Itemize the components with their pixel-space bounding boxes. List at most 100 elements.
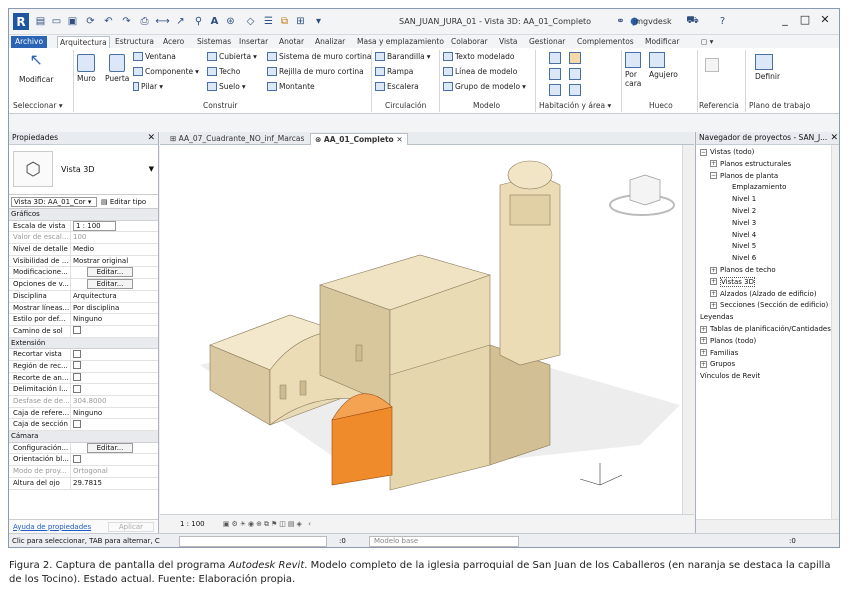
instance-selector[interactable]: Vista 3D: AA_01_Cor ▾ bbox=[11, 196, 97, 207]
property-value[interactable] bbox=[71, 326, 158, 337]
tree-item[interactable]: + Tablas de planificación/Cantidades bbox=[700, 324, 831, 334]
browser-hscrollbar[interactable] bbox=[696, 519, 839, 533]
measure-icon[interactable]: ⟷ bbox=[155, 14, 170, 29]
checkbox[interactable] bbox=[73, 384, 81, 393]
edit-button[interactable]: Editar... bbox=[87, 267, 133, 278]
tree-item[interactable]: + Planos estructurales bbox=[710, 159, 791, 169]
floor-button[interactable]: Suelo ▾ bbox=[207, 82, 246, 91]
print-icon[interactable]: ⎙ bbox=[137, 14, 152, 29]
model-text-button[interactable]: Texto modelado bbox=[443, 52, 514, 61]
property-value[interactable]: Medio bbox=[71, 244, 158, 255]
curtain-grid-button[interactable]: Rejilla de muro cortina bbox=[267, 67, 364, 76]
close-hidden-icon[interactable]: ⧉ bbox=[277, 14, 292, 29]
tab-gestionar[interactable]: Gestionar bbox=[527, 36, 567, 48]
expand-icon[interactable]: + bbox=[710, 290, 717, 298]
door-button[interactable]: Puerta bbox=[105, 54, 129, 83]
property-value[interactable]: Editar... bbox=[71, 279, 158, 290]
tree-item[interactable]: + Planos de techo bbox=[710, 265, 776, 275]
maximize-icon[interactable]: □ bbox=[797, 13, 813, 29]
property-value[interactable] bbox=[71, 361, 158, 372]
property-value[interactable]: Por disciplina bbox=[71, 303, 158, 314]
tab-arquitectura[interactable]: Arquitectura bbox=[57, 36, 110, 48]
panel-hueco[interactable]: Hueco bbox=[649, 101, 673, 110]
expand-icon[interactable]: − bbox=[700, 148, 707, 156]
property-value[interactable]: Arquitectura bbox=[71, 291, 158, 302]
expand-icon[interactable]: + bbox=[710, 266, 717, 274]
tree-item[interactable]: + Grupos bbox=[700, 359, 735, 369]
section-icon[interactable]: ◇ bbox=[243, 14, 258, 29]
tree-item[interactable]: + Vistas 3D bbox=[710, 276, 755, 287]
expand-icon[interactable]: + bbox=[700, 349, 707, 357]
edit-button[interactable]: Editar... bbox=[87, 442, 133, 453]
section-graficos[interactable]: Gráficos bbox=[9, 209, 158, 221]
properties-help-link[interactable]: Ayuda de propiedades bbox=[13, 523, 91, 531]
property-value[interactable] bbox=[71, 373, 158, 384]
expand-icon[interactable]: + bbox=[710, 160, 717, 168]
thin-lines-icon[interactable]: ☰ bbox=[261, 14, 276, 29]
3d-model-canvas[interactable] bbox=[160, 145, 682, 514]
tab-anotar[interactable]: Anotar bbox=[277, 36, 306, 48]
design-option-dropdown[interactable]: Modelo base bbox=[369, 536, 519, 547]
tree-item[interactable]: Nivel 1 bbox=[732, 194, 756, 204]
modify-button[interactable]: ↖ Modificar bbox=[19, 50, 53, 84]
expand-icon[interactable]: + bbox=[710, 278, 717, 286]
panel-plano-trabajo[interactable]: Plano de trabajo bbox=[749, 101, 810, 110]
property-value[interactable]: Ortogonal bbox=[71, 466, 158, 477]
tree-item[interactable]: Nivel 4 bbox=[732, 230, 756, 240]
open-icon[interactable]: ▤ bbox=[33, 14, 48, 29]
view-scale[interactable]: 1 : 100 bbox=[180, 520, 205, 528]
close-icon[interactable]: ✕ bbox=[147, 132, 155, 144]
workset-dropdown[interactable] bbox=[179, 536, 327, 547]
component-button[interactable]: Componente ▾ bbox=[133, 67, 199, 76]
customize-toolbar-icon[interactable]: ▾ bbox=[311, 14, 326, 29]
apply-button[interactable]: Aplicar bbox=[107, 521, 154, 532]
sync-icon[interactable]: ⟳ bbox=[83, 14, 98, 29]
expand-icon[interactable]: − bbox=[710, 172, 717, 180]
property-value[interactable] bbox=[71, 454, 158, 465]
tree-item[interactable]: + Planos (todo) bbox=[700, 336, 756, 346]
tab-archivo[interactable]: Archivo bbox=[11, 36, 48, 48]
close-icon[interactable]: ✕ bbox=[830, 132, 838, 144]
property-value[interactable]: Mostrar original bbox=[71, 256, 158, 267]
stair-button[interactable]: Escalera bbox=[375, 82, 419, 91]
tab-masa[interactable]: Masa y emplazamiento bbox=[355, 36, 446, 48]
tree-item[interactable]: Emplazamiento bbox=[732, 182, 786, 192]
checkbox[interactable] bbox=[73, 349, 81, 358]
panel-referencia[interactable]: Referencia bbox=[699, 101, 739, 110]
help-icon[interactable]: ? bbox=[715, 14, 730, 29]
property-value[interactable]: Ninguno bbox=[71, 314, 158, 325]
shaft-button[interactable]: Agujero bbox=[649, 52, 678, 79]
property-value[interactable] bbox=[71, 384, 158, 395]
model-group-button[interactable]: Grupo de modelo ▾ bbox=[443, 82, 526, 91]
checkbox[interactable] bbox=[73, 326, 81, 335]
tab-vista[interactable]: Vista bbox=[497, 36, 520, 48]
property-value[interactable] bbox=[71, 419, 158, 430]
property-value[interactable]: 29.7815 bbox=[71, 478, 158, 489]
tab-view-cuadrante[interactable]: ⊞ AA_07_Cuadrante_NO_inf_Marcas bbox=[166, 133, 308, 145]
model-line-button[interactable]: Línea de modelo bbox=[443, 67, 517, 76]
checkbox[interactable] bbox=[73, 373, 81, 382]
mullion-button[interactable]: Montante bbox=[267, 82, 315, 91]
level-button[interactable] bbox=[705, 58, 719, 72]
set-workplane-button[interactable]: Definir bbox=[755, 54, 780, 81]
tab-modificar[interactable]: Modificar bbox=[643, 36, 681, 48]
edit-button[interactable]: Editar... bbox=[87, 279, 133, 290]
edit-type-button[interactable]: ▤ Editar tipo bbox=[101, 198, 146, 206]
tab-view-completo[interactable]: ⊛ AA_01_Completo ✕ bbox=[310, 133, 408, 145]
view-scrollbar[interactable] bbox=[682, 145, 694, 514]
redo-icon[interactable]: ↷ bbox=[119, 14, 134, 29]
checkbox[interactable] bbox=[73, 419, 81, 428]
tag-room-button[interactable] bbox=[549, 84, 581, 96]
property-value[interactable]: Editar... bbox=[71, 267, 158, 278]
section-camara[interactable]: Cámara bbox=[9, 431, 158, 443]
revit-logo-icon[interactable]: R bbox=[13, 13, 29, 30]
text-icon[interactable]: A bbox=[207, 14, 222, 29]
tab-colaborar[interactable]: Colaborar bbox=[449, 36, 490, 48]
ramp-button[interactable]: Rampa bbox=[375, 67, 413, 76]
undo-icon[interactable]: ↶ bbox=[101, 14, 116, 29]
switch-windows-icon[interactable]: ⊞ bbox=[293, 14, 308, 29]
property-value[interactable]: 100 bbox=[71, 232, 158, 243]
tree-item[interactable]: Nivel 3 bbox=[732, 218, 756, 228]
tree-item[interactable]: + Familias bbox=[700, 348, 738, 358]
tree-item[interactable]: Nivel 6 bbox=[732, 253, 756, 263]
